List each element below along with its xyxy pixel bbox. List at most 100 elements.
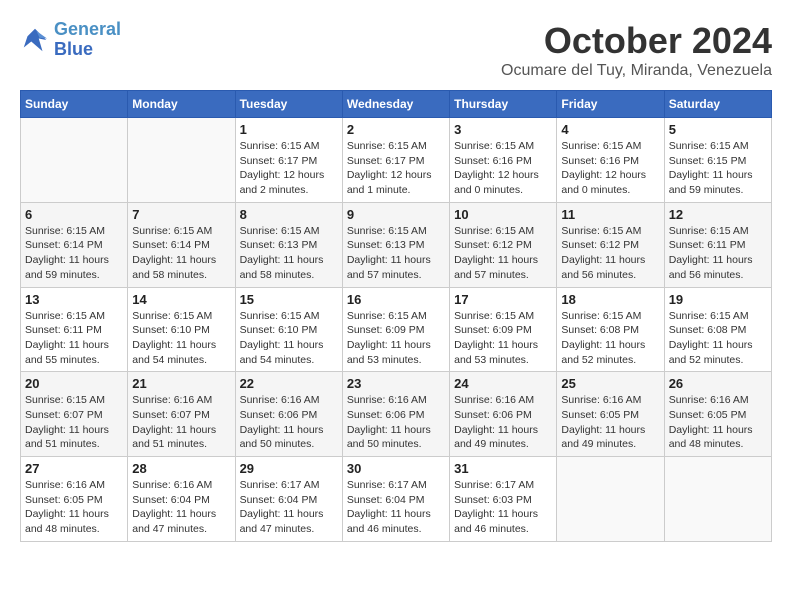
day-info: Sunrise: 6:15 AMSunset: 6:17 PMDaylight:…: [240, 139, 338, 198]
calendar-cell: [664, 457, 771, 542]
day-info: Sunrise: 6:15 AMSunset: 6:16 PMDaylight:…: [454, 139, 552, 198]
day-info: Sunrise: 6:15 AMSunset: 6:16 PMDaylight:…: [561, 139, 659, 198]
logo-text: General Blue: [54, 20, 121, 60]
day-number: 25: [561, 376, 659, 391]
day-number: 20: [25, 376, 123, 391]
day-info: Sunrise: 6:15 AMSunset: 6:09 PMDaylight:…: [454, 309, 552, 368]
calendar-body: 1 Sunrise: 6:15 AMSunset: 6:17 PMDaylight…: [21, 118, 772, 542]
calendar-week-row: 13 Sunrise: 6:15 AMSunset: 6:11 PMDayligh…: [21, 287, 772, 372]
calendar-cell: 19 Sunrise: 6:15 AMSunset: 6:08 PMDayligh…: [664, 287, 771, 372]
calendar-cell: 12Sunrise: 6:15 AMSunset: 6:11 PMDayligh…: [664, 202, 771, 287]
day-number: 23: [347, 376, 445, 391]
calendar-cell: 14Sunrise: 6:15 AMSunset: 6:10 PMDayligh…: [128, 287, 235, 372]
location-subtitle: Ocumare del Tuy, Miranda, Venezuela: [501, 62, 772, 80]
day-info: Sunrise: 6:16 AMSunset: 6:06 PMDaylight:…: [240, 393, 338, 452]
calendar-cell: 31Sunrise: 6:17 AMSunset: 6:03 PMDayligh…: [450, 457, 557, 542]
day-number: 18: [561, 292, 659, 307]
calendar-cell: 24 Sunrise: 6:16 AMSunset: 6:06 PMDayligh…: [450, 372, 557, 457]
day-number: 26: [669, 376, 767, 391]
calendar-cell: 23Sunrise: 6:16 AMSunset: 6:06 PMDayligh…: [342, 372, 449, 457]
day-number: 24: [454, 376, 552, 391]
day-info: Sunrise: 6:17 AMSunset: 6:04 PMDaylight:…: [240, 478, 338, 537]
calendar-cell: 5Sunrise: 6:15 AMSunset: 6:15 PMDaylight…: [664, 118, 771, 203]
calendar-week-row: 1 Sunrise: 6:15 AMSunset: 6:17 PMDaylight…: [21, 118, 772, 203]
calendar-week-row: 27Sunrise: 6:16 AMSunset: 6:05 PMDayligh…: [21, 457, 772, 542]
day-number: 29: [240, 461, 338, 476]
day-number: 9: [347, 207, 445, 222]
day-header-saturday: Saturday: [664, 91, 771, 118]
day-info: Sunrise: 6:16 AMSunset: 6:07 PMDaylight:…: [132, 393, 230, 452]
calendar-cell: 26 Sunrise: 6:16 AMSunset: 6:05 PMDayligh…: [664, 372, 771, 457]
calendar-cell: 27Sunrise: 6:16 AMSunset: 6:05 PMDayligh…: [21, 457, 128, 542]
day-info: Sunrise: 6:15 AMSunset: 6:08 PMDaylight:…: [669, 309, 767, 368]
day-info: Sunrise: 6:15 AMSunset: 6:07 PMDaylight:…: [25, 393, 123, 452]
calendar-table: SundayMondayTuesdayWednesdayThursdayFrid…: [20, 90, 772, 542]
day-header-thursday: Thursday: [450, 91, 557, 118]
day-info: Sunrise: 6:15 AMSunset: 6:11 PMDaylight:…: [669, 224, 767, 283]
day-info: Sunrise: 6:17 AMSunset: 6:04 PMDaylight:…: [347, 478, 445, 537]
calendar-cell: 6Sunrise: 6:15 AMSunset: 6:14 PMDaylight…: [21, 202, 128, 287]
calendar-week-row: 6Sunrise: 6:15 AMSunset: 6:14 PMDaylight…: [21, 202, 772, 287]
logo-icon: [20, 25, 50, 55]
day-number: 8: [240, 207, 338, 222]
calendar-cell: 29 Sunrise: 6:17 AMSunset: 6:04 PMDayligh…: [235, 457, 342, 542]
calendar-cell: 25 Sunrise: 6:16 AMSunset: 6:05 PMDayligh…: [557, 372, 664, 457]
day-info: Sunrise: 6:15 AMSunset: 6:17 PMDaylight:…: [347, 139, 445, 198]
calendar-cell: 2Sunrise: 6:15 AMSunset: 6:17 PMDaylight…: [342, 118, 449, 203]
day-header-monday: Monday: [128, 91, 235, 118]
calendar-cell: 16 Sunrise: 6:15 AMSunset: 6:09 PMDayligh…: [342, 287, 449, 372]
day-header-wednesday: Wednesday: [342, 91, 449, 118]
calendar-cell: 28 Sunrise: 6:16 AMSunset: 6:04 PMDayligh…: [128, 457, 235, 542]
day-number: 30: [347, 461, 445, 476]
day-info: Sunrise: 6:15 AMSunset: 6:15 PMDaylight:…: [669, 139, 767, 198]
day-info: Sunrise: 6:15 AMSunset: 6:14 PMDaylight:…: [25, 224, 123, 283]
day-number: 4: [561, 122, 659, 137]
calendar-cell: [21, 118, 128, 203]
calendar-cell: 7Sunrise: 6:15 AMSunset: 6:14 PMDaylight…: [128, 202, 235, 287]
day-number: 3: [454, 122, 552, 137]
logo: General Blue: [20, 20, 121, 60]
calendar-cell: 22Sunrise: 6:16 AMSunset: 6:06 PMDayligh…: [235, 372, 342, 457]
day-info: Sunrise: 6:16 AMSunset: 6:05 PMDaylight:…: [561, 393, 659, 452]
calendar-cell: 10 Sunrise: 6:15 AMSunset: 6:12 PMDayligh…: [450, 202, 557, 287]
calendar-cell: 8 Sunrise: 6:15 AMSunset: 6:13 PMDaylight…: [235, 202, 342, 287]
calendar-week-row: 20 Sunrise: 6:15 AMSunset: 6:07 PMDayligh…: [21, 372, 772, 457]
day-info: Sunrise: 6:15 AMSunset: 6:09 PMDaylight:…: [347, 309, 445, 368]
day-header-sunday: Sunday: [21, 91, 128, 118]
calendar-cell: 1 Sunrise: 6:15 AMSunset: 6:17 PMDaylight…: [235, 118, 342, 203]
month-title: October 2024: [501, 20, 772, 62]
day-number: 17: [454, 292, 552, 307]
day-info: Sunrise: 6:16 AMSunset: 6:06 PMDaylight:…: [454, 393, 552, 452]
page-header: General Blue October 2024 Ocumare del Tu…: [20, 20, 772, 80]
day-number: 7: [132, 207, 230, 222]
day-number: 11: [561, 207, 659, 222]
day-number: 31: [454, 461, 552, 476]
calendar-cell: 11 Sunrise: 6:15 AMSunset: 6:12 PMDayligh…: [557, 202, 664, 287]
calendar-cell: 20 Sunrise: 6:15 AMSunset: 6:07 PMDayligh…: [21, 372, 128, 457]
day-info: Sunrise: 6:15 AMSunset: 6:10 PMDaylight:…: [132, 309, 230, 368]
day-header-friday: Friday: [557, 91, 664, 118]
calendar-cell: 3 Sunrise: 6:15 AMSunset: 6:16 PMDaylight…: [450, 118, 557, 203]
day-info: Sunrise: 6:16 AMSunset: 6:05 PMDaylight:…: [669, 393, 767, 452]
day-info: Sunrise: 6:15 AMSunset: 6:12 PMDaylight:…: [454, 224, 552, 283]
day-number: 19: [669, 292, 767, 307]
calendar-cell: 13 Sunrise: 6:15 AMSunset: 6:11 PMDayligh…: [21, 287, 128, 372]
day-number: 10: [454, 207, 552, 222]
day-number: 13: [25, 292, 123, 307]
day-number: 16: [347, 292, 445, 307]
title-section: October 2024 Ocumare del Tuy, Miranda, V…: [501, 20, 772, 80]
day-number: 1: [240, 122, 338, 137]
day-info: Sunrise: 6:15 AMSunset: 6:08 PMDaylight:…: [561, 309, 659, 368]
day-info: Sunrise: 6:15 AMSunset: 6:11 PMDaylight:…: [25, 309, 123, 368]
day-info: Sunrise: 6:16 AMSunset: 6:04 PMDaylight:…: [132, 478, 230, 537]
calendar-cell: 15Sunrise: 6:15 AMSunset: 6:10 PMDayligh…: [235, 287, 342, 372]
calendar-cell: [128, 118, 235, 203]
calendar-cell: 21 Sunrise: 6:16 AMSunset: 6:07 PMDayligh…: [128, 372, 235, 457]
calendar-cell: 18 Sunrise: 6:15 AMSunset: 6:08 PMDayligh…: [557, 287, 664, 372]
calendar-cell: 9Sunrise: 6:15 AMSunset: 6:13 PMDaylight…: [342, 202, 449, 287]
day-number: 28: [132, 461, 230, 476]
day-info: Sunrise: 6:15 AMSunset: 6:12 PMDaylight:…: [561, 224, 659, 283]
day-number: 21: [132, 376, 230, 391]
calendar-cell: 4 Sunrise: 6:15 AMSunset: 6:16 PMDaylight…: [557, 118, 664, 203]
day-info: Sunrise: 6:15 AMSunset: 6:13 PMDaylight:…: [240, 224, 338, 283]
